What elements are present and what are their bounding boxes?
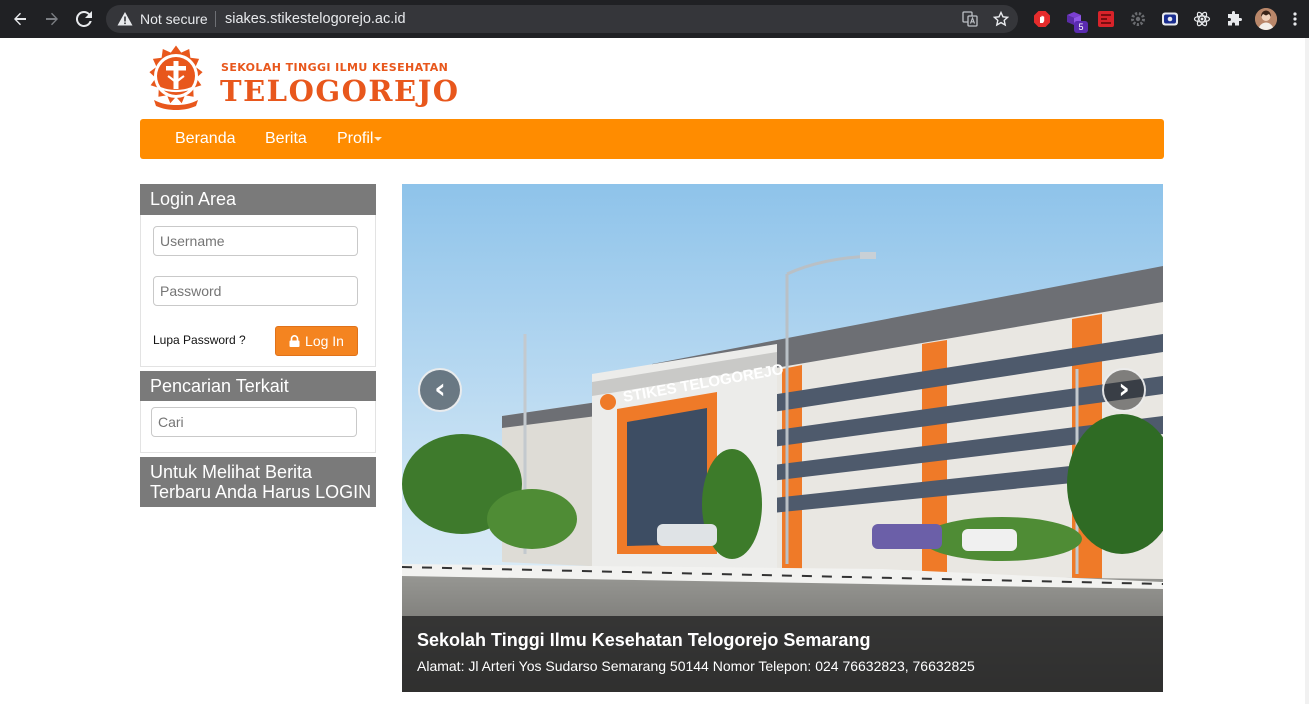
hero-carousel: STIKES TELOGOREJO ‹ › Sekolah Tinggi Ilm… [402, 184, 1163, 692]
extension-adblock-icon[interactable] [1032, 9, 1052, 29]
reload-icon [76, 11, 92, 27]
search-panel-title: Pencarian Terkait [140, 371, 376, 401]
search-input[interactable] [151, 407, 357, 437]
page-viewport: SEKOLAH TINGGI ILMU KESEHATAN TELOGOREJO… [0, 38, 1309, 704]
nav-item-beranda[interactable]: Beranda [175, 119, 236, 159]
login-notice: Untuk Melihat Berita Terbaru Anda Harus … [140, 457, 376, 507]
login-panel-title: Login Area [140, 184, 376, 215]
carousel-caption: Sekolah Tinggi Ilmu Kesehatan Telogorejo… [402, 616, 1163, 692]
caption-text: Alamat: Jl Arteri Yos Sudarso Semarang 5… [417, 658, 975, 674]
login-button-label: Log In [305, 333, 344, 349]
nav-item-profil[interactable]: Profil [337, 119, 383, 159]
username-input[interactable] [153, 226, 358, 256]
carousel-prev-button[interactable]: ‹ [418, 368, 462, 412]
browser-toolbar: Not secure siakes.stikestelogorejo.ac.id… [0, 0, 1309, 38]
forward-arrow-icon [46, 12, 58, 26]
password-input[interactable] [153, 276, 358, 306]
login-button[interactable]: Log In [275, 326, 358, 356]
login-notice-line1: Untuk Melihat Berita [150, 462, 313, 482]
chevron-right-icon: › [1118, 372, 1130, 405]
caret-down-icon [374, 136, 383, 141]
avatar-icon [1255, 8, 1277, 30]
back-button[interactable] [8, 7, 32, 31]
extensions-puzzle-icon[interactable] [1224, 9, 1244, 29]
main-navbar: Beranda Berita Profil [140, 119, 1164, 159]
forgot-password-link[interactable]: Lupa Password ? [153, 333, 246, 347]
security-status[interactable]: Not secure [140, 11, 208, 27]
extension-screen-capture-icon[interactable] [1160, 9, 1180, 29]
lock-icon [289, 335, 300, 347]
back-arrow-icon [14, 12, 26, 26]
extension-count-badge: 5 [1074, 21, 1088, 33]
extension-react-devtools-icon[interactable] [1192, 9, 1212, 29]
url-text[interactable]: siakes.stikestelogorejo.ac.id [225, 11, 406, 27]
omnibox-divider [215, 11, 216, 27]
extension-red-tool-icon[interactable] [1096, 9, 1116, 29]
address-bar[interactable]: Not secure siakes.stikestelogorejo.ac.id [106, 5, 1018, 33]
carousel-next-button[interactable]: › [1102, 368, 1146, 412]
extension-gear-icon[interactable] [1128, 9, 1148, 29]
nav-item-profil-label: Profil [337, 130, 374, 147]
nav-item-berita[interactable]: Berita [265, 119, 307, 159]
site-logo[interactable]: SEKOLAH TINGGI ILMU KESEHATAN TELOGOREJO [140, 44, 458, 116]
reload-button[interactable] [72, 7, 96, 31]
warning-icon [117, 12, 133, 26]
site-subtitle: SEKOLAH TINGGI ILMU KESEHATAN [221, 61, 449, 74]
seal-logo-icon [149, 45, 203, 110]
page-scrollbar[interactable] [1305, 38, 1309, 704]
caption-title: Sekolah Tinggi Ilmu Kesehatan Telogorejo… [417, 630, 871, 650]
profile-avatar[interactable] [1255, 8, 1277, 30]
login-notice-line2: Terbaru Anda Harus LOGIN [150, 482, 372, 502]
bookmark-star-icon[interactable] [992, 10, 1010, 27]
site-name: TELOGOREJO [220, 74, 460, 108]
chevron-left-icon: ‹ [434, 372, 446, 405]
forward-button[interactable] [40, 7, 64, 31]
chrome-menu-icon[interactable] [1290, 9, 1300, 29]
translate-icon[interactable] [962, 11, 978, 27]
